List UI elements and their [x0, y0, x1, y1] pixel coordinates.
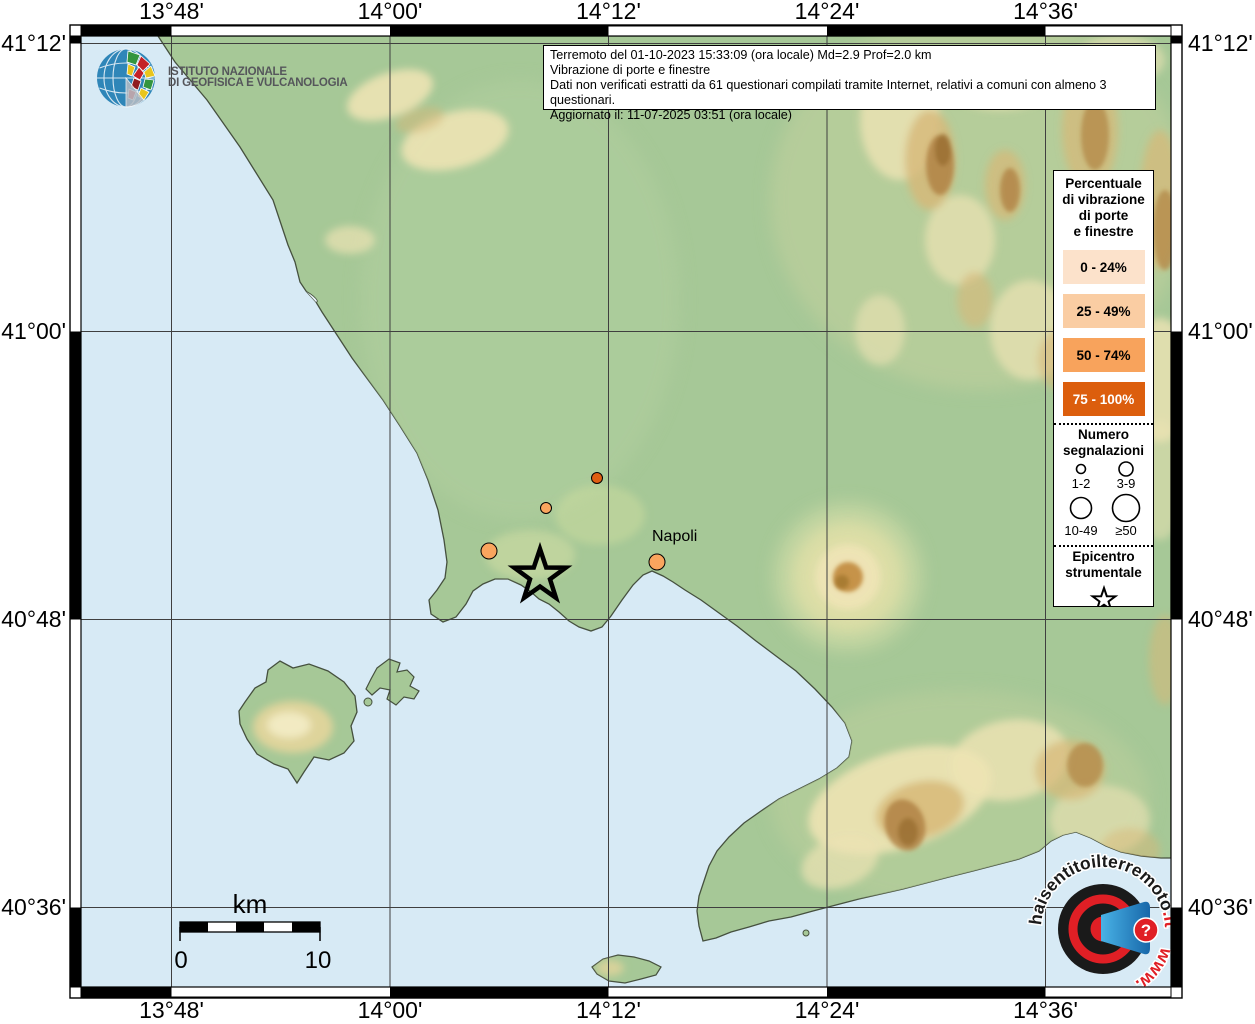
legend-epicenter-title-line: Epicentro: [1054, 549, 1153, 565]
scale-bar-unit: km: [233, 889, 268, 919]
lon-label-top: 13°48': [139, 0, 204, 24]
legend-counts-title: Numero segnalazioni: [1054, 427, 1153, 458]
lat-label-left: 40°48': [1, 606, 66, 632]
report-dot: [541, 503, 552, 514]
map-page: Napoli km 0 10 ? haisentitoilter: [0, 0, 1255, 1024]
legend-divider: [1054, 423, 1153, 425]
legend-epicenter-title-line: strumentale: [1054, 565, 1153, 581]
ingv-logo: ISTITUTO NAZIONALE DI GEOFISICA E VULCAN…: [95, 46, 347, 110]
lat-label-right: 40°36': [1188, 894, 1253, 920]
legend-panel: Percentuale di vibrazione di porte e fin…: [1053, 170, 1154, 607]
lon-label-top: 14°36': [1013, 0, 1078, 24]
legend-swatch-25-49: 25 - 49%: [1063, 294, 1145, 328]
event-data-note: Dati non verificati estratti da 61 quest…: [550, 78, 1149, 108]
event-effect: Vibrazione di porte e finestre: [550, 63, 1149, 78]
lon-label-bottom: 14°24': [795, 997, 860, 1023]
question-mark: ?: [1141, 921, 1151, 940]
lat-label-right: 41°00': [1188, 318, 1253, 344]
legend-title-line: Percentuale: [1054, 176, 1153, 192]
lon-label-bottom: 13°48': [139, 997, 204, 1023]
legend-swatch-label: 25 - 49%: [1076, 304, 1130, 319]
report-dot: [592, 473, 603, 484]
report-dot: [481, 543, 497, 559]
city-label-napoli: Napoli: [652, 528, 697, 545]
lat-label-right: 40°48': [1188, 606, 1253, 632]
lon-label-bottom: 14°00': [358, 997, 423, 1023]
legend-swatch-label: 0 - 24%: [1080, 260, 1127, 275]
legend-count-label: 3-9: [1117, 476, 1136, 491]
legend-title: Percentuale di vibrazione di porte e fin…: [1054, 176, 1153, 240]
lon-label-top: 14°00': [358, 0, 423, 24]
event-title: Terremoto del 01-10-2023 15:33:09 (ora l…: [550, 48, 1149, 63]
legend-count-symbols: 1-2 3-9 10-49 ≥50: [1055, 460, 1152, 538]
legend-epicenter-star-icon: [1089, 584, 1119, 607]
legend-epicenter-title: Epicentro strumentale: [1054, 549, 1153, 580]
legend-swatch-75-100: 75 - 100%: [1063, 382, 1145, 416]
legend-swatch-50-74: 50 - 74%: [1063, 338, 1145, 372]
lat-label-left: 40°36': [1, 894, 66, 920]
event-info-box: Terremoto del 01-10-2023 15:33:09 (ora l…: [543, 45, 1156, 110]
legend-counts-title-line: Numero: [1054, 427, 1153, 443]
li-galli-islet: [803, 930, 809, 936]
lon-label-bottom: 14°36': [1013, 997, 1078, 1023]
legend-divider: [1054, 545, 1153, 547]
lat-label-right: 41°12': [1188, 30, 1253, 56]
legend-swatch-0-24: 0 - 24%: [1063, 250, 1145, 284]
vesuvius-relief: [792, 521, 904, 633]
legend-counts-title-line: segnalazioni: [1054, 443, 1153, 459]
legend-swatch-label: 75 - 100%: [1073, 392, 1135, 407]
event-updated: Aggiornato il: 11-07-2025 03:51 (ora loc…: [550, 108, 1149, 123]
legend-title-line: e finestre: [1054, 224, 1153, 240]
vivara-islet: [364, 698, 372, 706]
lat-label-left: 41°00': [1, 318, 66, 344]
ingv-name-line2: DI GEOFISICA E VULCANOLOGIA: [168, 78, 347, 90]
legend-title-line: di porte: [1054, 208, 1153, 224]
report-dot: [649, 554, 665, 570]
scale-bar-end: 10: [305, 947, 332, 974]
lat-label-left: 41°12': [1, 30, 66, 56]
lon-label-top: 14°24': [795, 0, 860, 24]
legend-count-label: 10-49: [1064, 523, 1097, 538]
lon-label-bottom: 14°12': [576, 997, 641, 1023]
legend-count-label: ≥50: [1115, 523, 1137, 538]
legend-title-line: di vibrazione: [1054, 192, 1153, 208]
legend-count-label: 1-2: [1072, 476, 1091, 491]
scale-bar-start: 0: [174, 947, 187, 974]
legend-swatch-label: 50 - 74%: [1076, 348, 1130, 363]
ingv-globe-icon: [95, 46, 159, 110]
lon-label-top: 14°12': [576, 0, 641, 24]
